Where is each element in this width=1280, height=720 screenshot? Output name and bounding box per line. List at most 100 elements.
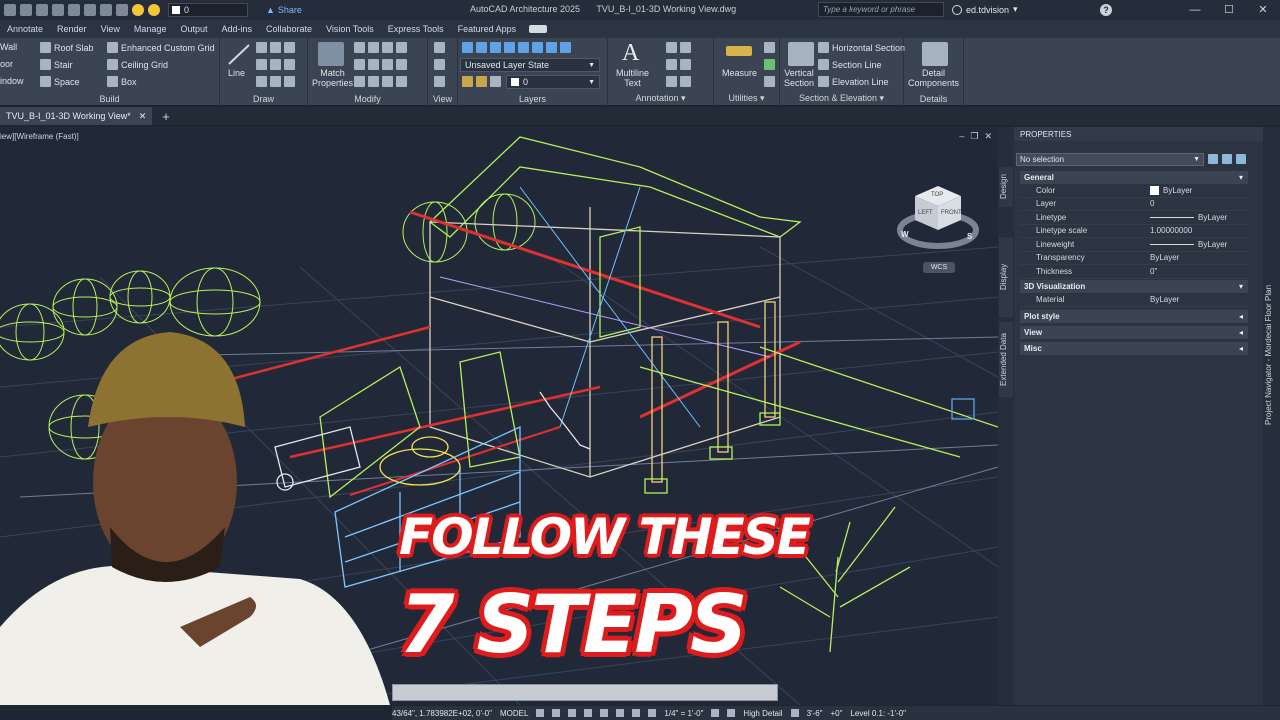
ribbon-minimize-icon[interactable] (529, 25, 548, 33)
door-tool[interactable]: oor (0, 59, 13, 69)
qat-layer-dropdown[interactable]: 0 (168, 3, 248, 17)
tab-express-tools[interactable]: Express Tools (381, 24, 451, 34)
project-navigator-tab[interactable]: Project Navigator - Mordecai Floor Plan (1264, 215, 1278, 495)
quick-select-icon[interactable] (1208, 154, 1218, 164)
section-panel-title[interactable]: Section & Elevation ▾ (780, 93, 903, 104)
qat-menu-icon[interactable] (4, 4, 16, 16)
layer-dropdown[interactable]: 0 ▼ (506, 75, 600, 89)
viewport-restore-button[interactable]: ❐ (970, 131, 978, 142)
snap-toggle-icon[interactable] (552, 709, 561, 717)
roof-slab-tool[interactable]: Roof Slab (40, 42, 94, 53)
layer-state-dropdown[interactable]: Unsaved Layer State ▼ (460, 58, 600, 72)
annotation-panel-title[interactable]: Annotation ▾ (608, 93, 713, 104)
layer-freeze-icon[interactable] (148, 4, 160, 16)
copy-tools[interactable] (354, 59, 407, 70)
move-tools[interactable] (354, 42, 407, 53)
tab-render[interactable]: Render (50, 24, 94, 34)
tab-design[interactable]: Design (999, 167, 1013, 207)
annotation-scale-icon[interactable] (648, 709, 657, 717)
box-tool[interactable]: Box (107, 76, 137, 87)
rectangle-tools[interactable] (256, 76, 295, 87)
share-button[interactable]: ▲ Share (266, 5, 302, 15)
prop-row-lineweight[interactable]: Lineweight ByLayer (1020, 238, 1248, 252)
selection-dropdown[interactable]: No selection ▼ (1016, 153, 1204, 166)
plot-style-section-header[interactable]: Plot style ◂ (1020, 310, 1248, 323)
section-line-tool[interactable]: Section Line (818, 59, 882, 70)
enhanced-custom-grid-tool[interactable]: Enhanced Custom Grid (107, 42, 215, 53)
undo-icon[interactable] (100, 4, 112, 16)
select-objects-icon[interactable] (1222, 154, 1232, 164)
prop-row-transparency[interactable]: Transparency ByLayer (1020, 252, 1248, 265)
view-tool-2[interactable] (434, 59, 445, 70)
model-space-toggle[interactable]: MODEL (500, 709, 528, 718)
line-icon[interactable] (226, 42, 252, 66)
measure-icon[interactable] (726, 46, 752, 56)
search-input[interactable]: Type a keyword or phrase (818, 2, 944, 17)
lineweight-toggle-icon[interactable] (632, 709, 641, 717)
minimize-button[interactable]: — (1178, 0, 1212, 20)
prop-row-material[interactable]: Material ByLayer (1020, 293, 1248, 307)
otrack-toggle-icon[interactable] (616, 709, 625, 717)
tab-extended-data[interactable]: Extended Data (999, 322, 1013, 397)
pickadd-toggle-icon[interactable] (1236, 154, 1246, 164)
annotation-scale-value[interactable]: 1/4" = 1'-0" (664, 709, 703, 718)
view-tool-3[interactable] (434, 76, 445, 87)
save-as-icon[interactable] (68, 4, 80, 16)
table-tools[interactable] (666, 59, 691, 70)
misc-section-header[interactable]: Misc ◂ (1020, 342, 1248, 355)
maximize-button[interactable]: ☐ (1212, 0, 1246, 20)
polar-toggle-icon[interactable] (584, 709, 593, 717)
close-window-button[interactable]: ✕ (1246, 0, 1280, 20)
utilities-panel-title[interactable]: Utilities ▾ (714, 93, 779, 104)
grid-toggle-icon[interactable] (536, 709, 545, 717)
osnap-toggle-icon[interactable] (600, 709, 609, 717)
viewport-controls-label[interactable]: iew][Wireframe (Fast)] (0, 132, 79, 141)
plot-icon[interactable] (84, 4, 96, 16)
user-account[interactable]: ed.tdvision ▾ (952, 4, 1018, 15)
open-folder-icon[interactable] (36, 4, 48, 16)
3d-visualization-section-header[interactable]: 3D Visualization ▾ (1020, 280, 1248, 293)
view-tool-1[interactable] (434, 42, 445, 53)
arc-tools[interactable] (256, 42, 295, 53)
display-config-icon[interactable] (727, 709, 736, 717)
wall-tool[interactable]: Wall (0, 42, 17, 52)
prop-row-thickness[interactable]: Thickness 0" (1020, 265, 1248, 279)
vertical-section-icon[interactable] (788, 42, 814, 66)
ortho-toggle-icon[interactable] (568, 709, 577, 717)
gear-icon[interactable] (711, 709, 720, 717)
prop-row-linetype[interactable]: Linetype ByLayer (1020, 211, 1248, 225)
utility-tool-2[interactable] (764, 59, 775, 70)
cut-plane-icon[interactable] (790, 709, 799, 717)
viewport-close-button[interactable]: ✕ (984, 131, 992, 142)
utility-tool-1[interactable] (764, 42, 775, 53)
display-detail-value[interactable]: High Detail (743, 709, 782, 718)
tab-manage[interactable]: Manage (127, 24, 174, 34)
prop-row-color[interactable]: Color ByLayer (1020, 184, 1248, 198)
tab-featured-apps[interactable]: Featured Apps (451, 24, 524, 34)
tab-collaborate[interactable]: Collaborate (259, 24, 319, 34)
save-icon[interactable] (52, 4, 64, 16)
viewport-minimize-button[interactable]: – (959, 131, 964, 142)
level-value[interactable]: Level 0.1: -1'-0" (850, 709, 906, 718)
stretch-tools[interactable] (354, 76, 407, 87)
tab-output[interactable]: Output (173, 24, 214, 34)
horizontal-section-tool[interactable]: Horizontal Section (818, 42, 905, 53)
utility-tool-3[interactable] (764, 76, 775, 87)
document-tab-working-view[interactable]: TVU_B-I_01-3D Working View* ✕ (0, 107, 153, 125)
revision-tools[interactable] (666, 76, 691, 87)
stair-tool[interactable]: Stair (40, 59, 73, 70)
layer-tools[interactable] (462, 42, 571, 53)
tab-vision-tools[interactable]: Vision Tools (319, 24, 381, 34)
layer-toggle-icons[interactable] (462, 76, 501, 87)
new-tab-button[interactable]: + (162, 109, 170, 124)
multiline-text-icon[interactable]: A (622, 40, 648, 66)
prop-row-layer[interactable]: Layer 0 (1020, 198, 1248, 211)
view-cube[interactable]: TOP LEFT FRONT W S (893, 180, 983, 260)
elevation-value[interactable]: +0" (831, 709, 843, 718)
help-icon[interactable]: ? (1100, 4, 1112, 16)
tab-add-ins[interactable]: Add-ins (214, 24, 259, 34)
wcs-menu[interactable]: WCS (923, 262, 955, 273)
window-tool[interactable]: indow (0, 76, 24, 86)
command-line[interactable] (392, 684, 778, 701)
space-tool[interactable]: Space (40, 76, 80, 87)
